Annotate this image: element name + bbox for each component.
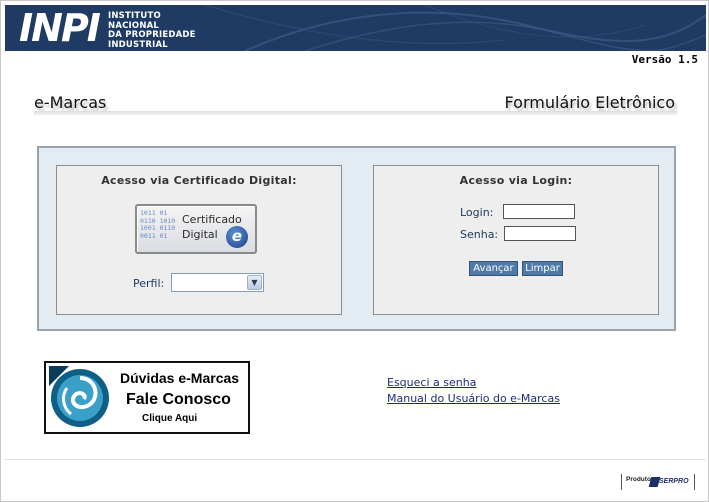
chevron-down-icon[interactable]: ▼ bbox=[247, 275, 262, 290]
version-label: Versão 1.5 bbox=[631, 53, 698, 66]
form-title: Formulário Eletrônico bbox=[504, 93, 675, 112]
password-label: Senha: bbox=[460, 228, 499, 241]
access-panel: Acesso via Certificado Digital: 1011 01 … bbox=[37, 146, 676, 331]
footer-divider bbox=[5, 459, 706, 460]
clear-button[interactable]: Limpar bbox=[522, 261, 563, 276]
help-contact-banner[interactable]: Dúvidas e-Marcas Fale Conosco Clique Aqu… bbox=[44, 361, 250, 434]
certificate-access-box: Acesso via Certificado Digital: 1011 01 … bbox=[56, 165, 342, 315]
serpro-produto-label: Produto bbox=[626, 476, 651, 483]
password-input[interactable] bbox=[504, 226, 576, 241]
certificate-button-line1: Certificado bbox=[182, 213, 242, 226]
help-line3: Clique Aqui bbox=[142, 413, 198, 424]
certificate-access-title: Acesso via Certificado Digital: bbox=[101, 174, 297, 187]
e-icon: e bbox=[226, 226, 248, 248]
title-divider bbox=[34, 111, 677, 115]
serpro-brand-label: SERPRO bbox=[659, 478, 689, 485]
binary-pattern-icon: 1011 01 0110 1010 1001 0110 0011 01 bbox=[140, 209, 176, 240]
login-access-title: Acesso via Login: bbox=[459, 174, 573, 187]
login-access-box: Acesso via Login: Login: Senha: Avançar … bbox=[373, 165, 659, 315]
advance-button[interactable]: Avançar bbox=[469, 261, 518, 276]
digital-certificate-button[interactable]: 1011 01 0110 1010 1001 0110 0011 01 Cert… bbox=[135, 204, 257, 254]
inpi-logo: INPI bbox=[19, 6, 101, 50]
header-banner: INPI INSTITUTO NACIONAL DA PROPRIEDADE I… bbox=[5, 5, 706, 51]
logo-line-4: INDUSTRIAL bbox=[108, 39, 168, 50]
app-title: e-Marcas bbox=[34, 93, 107, 112]
help-line2: Fale Conosco bbox=[126, 391, 231, 408]
perfil-label: Perfil: bbox=[133, 277, 165, 290]
certificate-button-line2: Digital bbox=[182, 228, 218, 241]
login-label: Login: bbox=[460, 206, 494, 219]
user-manual-link[interactable]: Manual do Usuário do e-Marcas bbox=[387, 392, 560, 405]
support-swirl-icon bbox=[49, 366, 113, 429]
help-line1: Dúvidas e-Marcas bbox=[120, 370, 240, 386]
inpi-logo-text: INSTITUTO NACIONAL DA PROPRIEDADE INDUST… bbox=[108, 11, 196, 50]
serpro-logo: Produto SERPRO bbox=[621, 474, 695, 490]
perfil-select[interactable]: ▼ bbox=[171, 273, 264, 292]
page-frame: INPI INSTITUTO NACIONAL DA PROPRIEDADE I… bbox=[0, 0, 709, 502]
login-input[interactable] bbox=[503, 204, 575, 219]
forgot-password-link[interactable]: Esqueci a senha bbox=[387, 376, 476, 389]
